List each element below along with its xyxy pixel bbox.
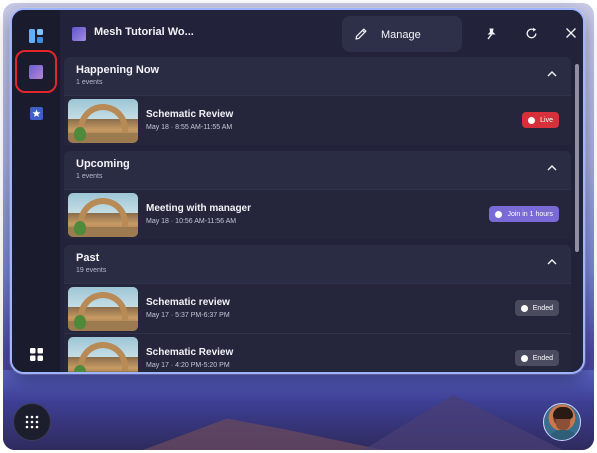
ended-badge: Ended <box>514 350 559 366</box>
dots-grid-icon <box>25 415 39 429</box>
window-title: Mesh Tutorial Wo... <box>94 26 194 38</box>
events-list: Happening Now 1 events Schematic Review … <box>64 57 571 372</box>
event-time: May 17 · 5:37 PM-6:37 PM <box>146 312 230 319</box>
apps-grid-icon[interactable] <box>26 344 46 364</box>
event-title: Meeting with manager <box>146 203 252 214</box>
chevron-up-icon[interactable] <box>547 69 557 79</box>
world-icon <box>72 27 86 41</box>
event-title: Schematic Review <box>146 347 234 358</box>
badge-label: Join in 1 hours <box>507 210 553 218</box>
refresh-icon[interactable] <box>523 25 539 41</box>
badge-label: Live <box>540 116 553 124</box>
side-rail <box>12 10 60 372</box>
scrollbar[interactable] <box>575 64 579 252</box>
join-button[interactable]: Join in 1 hours <box>489 206 559 222</box>
event-time: May 17 · 4:20 PM-5:20 PM <box>146 362 230 369</box>
section-count: 1 events <box>76 79 103 86</box>
header: Mesh Tutorial Wo... Manage <box>60 10 583 56</box>
event-thumbnail <box>68 193 138 237</box>
launcher-button[interactable] <box>13 403 51 441</box>
section-upcoming[interactable]: Upcoming 1 events <box>64 151 571 189</box>
avatar[interactable] <box>543 403 581 441</box>
section-count: 1 events <box>76 173 103 180</box>
section-title: Happening Now <box>76 64 160 76</box>
clock-icon <box>495 210 503 218</box>
ended-badge: Ended <box>514 300 559 316</box>
event-thumbnail <box>68 287 138 331</box>
live-badge[interactable]: Live <box>522 112 559 128</box>
section-past[interactable]: Past 19 events <box>64 245 571 283</box>
event-row[interactable]: Schematic review May 17 · 5:37 PM-6:37 P… <box>64 283 571 333</box>
live-dot-icon <box>528 116 536 124</box>
event-time: May 18 · 10:56 AM-11:56 AM <box>146 218 237 225</box>
manage-label: Manage <box>381 29 421 41</box>
event-thumbnail <box>68 99 138 143</box>
section-title: Past <box>76 252 100 264</box>
clock-icon <box>520 304 528 312</box>
event-row[interactable]: Schematic Review May 18 · 8:55 AM-11:55 … <box>64 95 571 145</box>
clock-icon <box>520 354 528 362</box>
section-happening-now[interactable]: Happening Now 1 events <box>64 57 571 95</box>
manage-button[interactable]: Manage <box>342 16 462 52</box>
event-title: Schematic review <box>146 297 230 308</box>
close-icon[interactable] <box>563 25 579 41</box>
star-icon[interactable] <box>26 103 46 123</box>
event-title: Schematic Review <box>146 109 234 120</box>
chevron-up-icon[interactable] <box>547 257 557 267</box>
badge-label: Ended <box>532 304 553 312</box>
section-count: 19 events <box>76 267 107 274</box>
pencil-icon <box>354 27 368 46</box>
layout-icon[interactable] <box>26 26 46 46</box>
event-row[interactable]: Schematic Review May 17 · 4:20 PM-5:20 P… <box>64 333 571 372</box>
world-thumbnail-icon[interactable] <box>26 62 46 82</box>
events-panel: Mesh Tutorial Wo... Manage Happening Now… <box>10 8 585 374</box>
section-title: Upcoming <box>76 158 130 170</box>
event-thumbnail <box>68 337 138 372</box>
chevron-up-icon[interactable] <box>547 163 557 173</box>
event-time: May 18 · 8:55 AM-11:55 AM <box>146 124 233 131</box>
event-row[interactable]: Meeting with manager May 18 · 10:56 AM-1… <box>64 189 571 239</box>
badge-label: Ended <box>532 354 553 362</box>
main-area: Mesh Tutorial Wo... Manage Happening Now… <box>60 10 583 372</box>
pin-icon[interactable] <box>483 25 499 41</box>
